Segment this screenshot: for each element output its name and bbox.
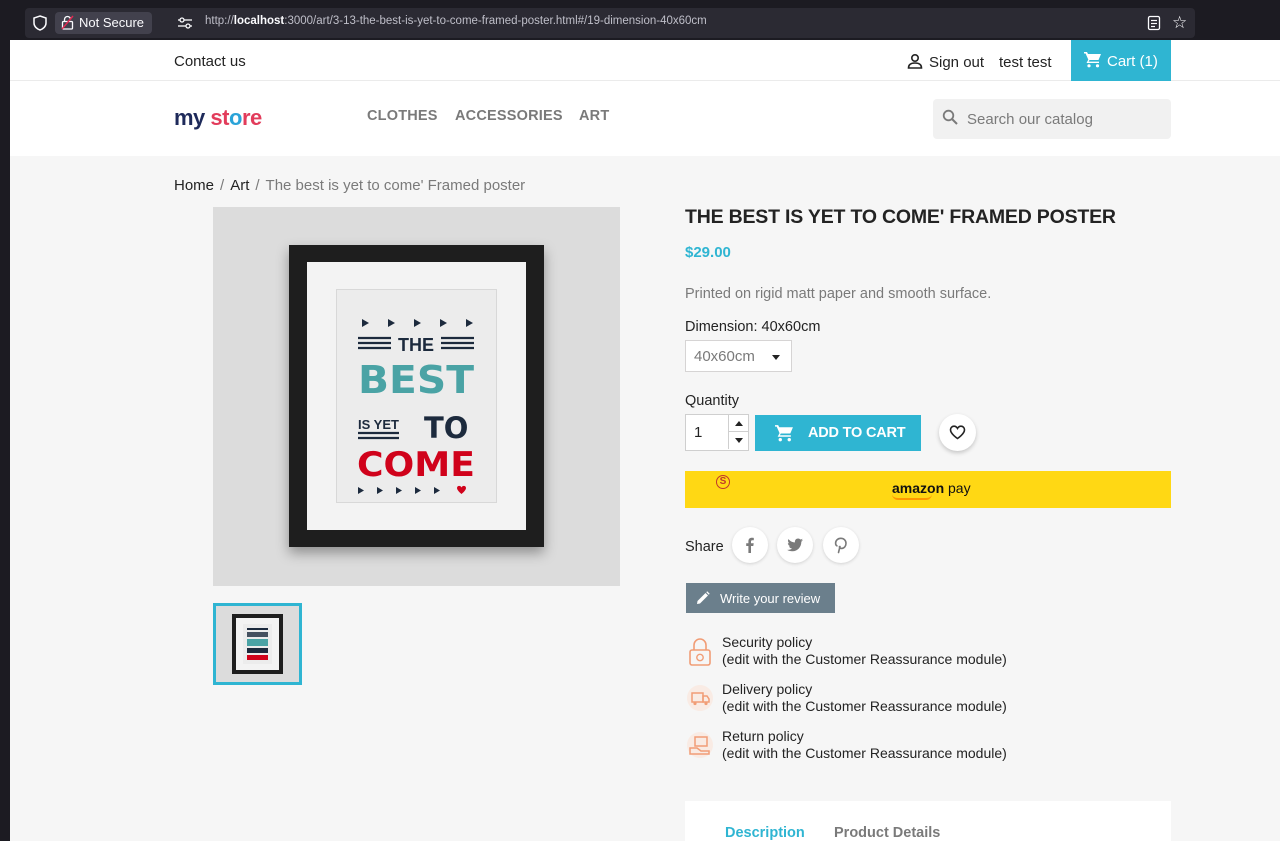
poster-text-come: COME <box>357 445 475 485</box>
breadcrumb-home[interactable]: Home <box>174 177 214 194</box>
not-secure-label: Not Secure <box>79 15 145 30</box>
pinterest-icon <box>834 537 847 554</box>
reassurance-delivery-title: Delivery policy <box>722 681 813 697</box>
return-icon <box>687 732 713 758</box>
quantity-input[interactable] <box>686 415 728 450</box>
menu-clothes[interactable]: CLOTHES <box>367 108 438 124</box>
permissions-icon[interactable] <box>177 16 193 30</box>
share-twitter-button[interactable] <box>777 527 813 563</box>
poster-mat: THE BEST IS YET TO COME <box>307 262 526 530</box>
dimension-select-value: 40x60cm <box>694 348 755 365</box>
reassurance-return-sub: (edit with the Customer Reassurance modu… <box>722 745 1007 761</box>
poster-text-isyet: IS YET <box>358 417 399 432</box>
cart-button[interactable]: Cart (1) <box>1071 40 1171 81</box>
wishlist-button[interactable] <box>939 414 976 451</box>
reassurance-return: Return policy (edit with the Customer Re… <box>685 728 1085 768</box>
security-icon <box>689 638 711 666</box>
search-box <box>933 99 1171 139</box>
poster-heart <box>457 485 466 494</box>
reassurance-security: Security policy (edit with the Customer … <box>685 634 1085 674</box>
thumbnail-frame <box>232 614 283 674</box>
dimension-label: Dimension: 40x60cm <box>685 319 821 335</box>
not-secure-badge[interactable]: Not Secure <box>55 12 153 34</box>
sign-out-link[interactable]: Sign out <box>929 54 984 71</box>
breadcrumb-separator: / <box>220 177 225 194</box>
breadcrumb-current: The best is yet to come' Framed poster <box>265 177 526 194</box>
poster-text-to: TO <box>424 411 468 445</box>
pencil-icon <box>697 591 710 604</box>
thumbnail-graphic <box>243 624 272 664</box>
tab-description[interactable]: Description <box>725 825 805 841</box>
product-tabs: Description Product Details <box>685 801 1171 841</box>
product-description: Printed on rigid matt paper and smooth s… <box>685 286 992 302</box>
product-thumbnail[interactable] <box>213 603 302 685</box>
delivery-icon <box>687 685 713 711</box>
poster-graphic: THE BEST IS YET TO COME <box>357 319 475 494</box>
heart-icon <box>949 425 966 440</box>
write-review-button[interactable]: Write your review <box>686 583 835 613</box>
reassurance-return-title: Return policy <box>722 728 804 744</box>
cart-icon <box>1084 52 1101 68</box>
poster-arrows-top <box>362 319 473 327</box>
poster-art: THE BEST IS YET TO COME <box>336 289 497 503</box>
share-facebook-button[interactable] <box>732 527 768 563</box>
reassurance-security-title: Security policy <box>722 634 813 650</box>
thumbnail-mat <box>236 618 279 670</box>
chevron-up-icon <box>734 420 743 426</box>
store-logo[interactable]: my store <box>174 105 262 131</box>
product-cover-image[interactable]: THE BEST IS YET TO COME <box>213 207 620 586</box>
account-link[interactable]: test test <box>999 54 1052 71</box>
caret-down-icon <box>772 355 780 360</box>
breadcrumb-separator: / <box>255 177 260 194</box>
product-title: THE BEST IS YET TO COME' FRAMED POSTER <box>685 206 1116 228</box>
dimension-select[interactable]: 40x60cm <box>685 340 792 372</box>
browser-toolbar: Not Secure http://localhost:3000/art/3-1… <box>0 0 1280 40</box>
url-bar[interactable]: Not Secure http://localhost:3000/art/3-1… <box>25 8 1195 38</box>
top-nav: Contact us Sign out test test Cart (1) <box>10 40 1280 81</box>
menu-art[interactable]: ART <box>579 108 609 124</box>
quantity-increase-button[interactable] <box>728 415 748 432</box>
write-review-label: Write your review <box>720 591 821 606</box>
site-header: my store CLOTHES ACCESSORIES ART <box>10 81 1280 156</box>
cart-icon <box>775 425 793 442</box>
add-to-cart-button[interactable]: ADD TO CART <box>755 415 921 451</box>
breadcrumb: Home / Art / The best is yet to come' Framed… <box>174 177 525 194</box>
contact-us-link[interactable]: Contact us <box>174 53 246 70</box>
quantity-stepper <box>685 414 749 451</box>
reassurance-security-sub: (edit with the Customer Reassurance modu… <box>722 651 1007 667</box>
lock-icon <box>61 15 74 30</box>
poster-frame: THE BEST IS YET TO COME <box>289 245 544 547</box>
twitter-icon <box>787 538 803 552</box>
facebook-icon <box>746 537 754 553</box>
menu-accessories[interactable]: ACCESSORIES <box>455 108 563 124</box>
shield-icon[interactable] <box>33 15 47 31</box>
reader-view-icon[interactable] <box>1147 15 1161 31</box>
reassurance-delivery: Delivery policy (edit with the Customer … <box>685 681 1085 721</box>
poster-arrows-bottom <box>358 487 440 494</box>
url-text[interactable]: http://localhost:3000/art/3-13-the-best-… <box>205 15 707 27</box>
quantity-decrease-button[interactable] <box>728 432 748 449</box>
amazon-pay-badge: S <box>716 475 730 489</box>
search-icon[interactable] <box>942 109 958 125</box>
product-price: $29.00 <box>685 244 731 261</box>
tab-product-details[interactable]: Product Details <box>834 825 940 841</box>
web-page: Contact us Sign out test test Cart (1) m… <box>10 40 1280 841</box>
chevron-down-icon <box>734 438 743 443</box>
reassurance-delivery-sub: (edit with the Customer Reassurance modu… <box>722 698 1007 714</box>
amazon-pay-button[interactable]: S amazon pay <box>685 471 1171 508</box>
bookmark-star-icon[interactable]: ☆ <box>1172 13 1187 33</box>
add-to-cart-label: ADD TO CART <box>808 425 906 441</box>
quantity-label: Quantity <box>685 393 739 409</box>
poster-text-best: BEST <box>358 358 474 402</box>
poster-text-the: THE <box>398 335 434 355</box>
share-label: Share <box>685 539 724 555</box>
share-pinterest-button[interactable] <box>823 527 859 563</box>
window-edge <box>0 40 10 841</box>
user-icon[interactable] <box>907 53 923 69</box>
breadcrumb-art[interactable]: Art <box>230 177 249 194</box>
amazon-smile-icon <box>892 494 932 500</box>
search-input[interactable] <box>967 99 1165 139</box>
cart-label: Cart (1) <box>1107 53 1158 70</box>
